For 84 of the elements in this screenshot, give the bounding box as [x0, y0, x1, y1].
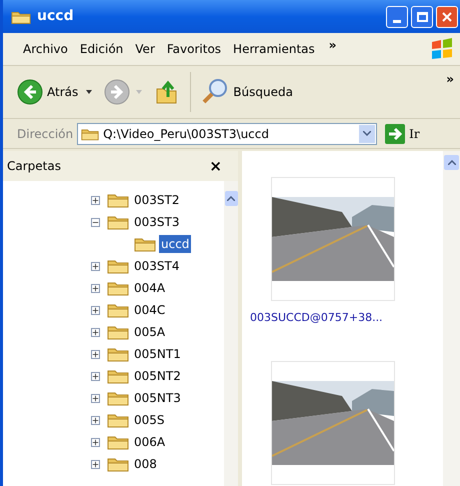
folder-name[interactable]: 005S: [132, 411, 167, 429]
dropdown-button[interactable]: [359, 124, 376, 142]
expander-toggle[interactable]: [91, 460, 100, 468]
search-icon: [201, 78, 230, 106]
folder-name[interactable]: 003ST3: [132, 213, 182, 231]
folder-name[interactable]: 005NT3: [132, 389, 183, 407]
pane-close-button[interactable]: ×: [209, 154, 222, 178]
back-button[interactable]: Atrás: [17, 79, 78, 105]
expander-toggle[interactable]: [91, 284, 100, 292]
expander-toggle[interactable]: [91, 306, 100, 314]
expander-toggle[interactable]: [91, 416, 100, 424]
close-icon: [442, 12, 452, 22]
forward-button-icon[interactable]: [104, 79, 130, 105]
maximize-button[interactable]: [411, 6, 433, 28]
expander-toggle[interactable]: [91, 196, 100, 204]
plus-icon: [92, 438, 99, 446]
folder-name[interactable]: 005NT2: [132, 367, 183, 385]
windows-flag-logo: [430, 37, 454, 61]
go-button[interactable]: Ir: [385, 124, 420, 144]
dropdown-arrow-icon[interactable]: [86, 90, 92, 94]
plus-icon: [92, 460, 99, 468]
folder-name[interactable]: 003ST2: [132, 191, 182, 209]
folder-name[interactable]: uccd: [159, 235, 192, 253]
address-value: Q:\Video_Peru\003ST3\uccd: [103, 126, 269, 142]
thumbnail-frame[interactable]: [271, 361, 395, 485]
expander-toggle[interactable]: [91, 328, 100, 336]
expander-toggle[interactable]: [91, 218, 100, 226]
folder-name[interactable]: 005A: [132, 323, 168, 341]
plus-icon: [92, 262, 99, 270]
scrollbar[interactable]: [224, 181, 238, 486]
folder-icon: [107, 456, 129, 472]
address-field[interactable]: Q:\Video_Peru\003ST3\uccd: [77, 122, 378, 144]
folder-icon: [107, 412, 129, 428]
chevron-up-icon: [227, 196, 235, 201]
expander-toggle[interactable]: [91, 372, 100, 380]
plus-icon: [92, 350, 99, 358]
window-title: uccd: [37, 7, 74, 26]
overflow-chevron[interactable]: »: [446, 70, 454, 88]
menu-item[interactable]: Edición: [74, 40, 130, 58]
folder-icon: [107, 368, 129, 384]
dropdown-arrow-icon: [136, 90, 142, 94]
folder-icon: [107, 258, 129, 274]
file-name[interactable]: 003SUCCD@0757+38...: [249, 311, 384, 325]
search-button[interactable]: Búsqueda: [201, 78, 293, 106]
overflow-chevron[interactable]: »: [328, 36, 337, 54]
folder-icon: [134, 236, 156, 252]
folder-name[interactable]: 006A: [132, 433, 168, 451]
folder-name[interactable]: 008: [132, 455, 159, 473]
menu-item[interactable]: Ver: [129, 40, 161, 58]
folder-icon: [107, 280, 129, 296]
expander-toggle[interactable]: [91, 350, 100, 358]
folder-icon: [107, 390, 129, 406]
chevron-down-icon: [363, 131, 372, 136]
plus-icon: [92, 196, 99, 204]
thumbnail-frame[interactable]: [271, 177, 395, 301]
minimize-button[interactable]: [386, 6, 408, 28]
menu-item[interactable]: Herramientas: [227, 40, 321, 58]
folder-name[interactable]: 005NT1: [132, 345, 183, 363]
scrollbar[interactable]: [443, 151, 460, 486]
plus-icon: [92, 372, 99, 380]
folder-icon: [81, 126, 100, 140]
folder-name[interactable]: 004A: [132, 279, 168, 297]
folder-icon: [107, 302, 129, 318]
folder-name[interactable]: 003ST4: [132, 257, 182, 275]
folder-icon: [107, 434, 129, 450]
expander-toggle[interactable]: [91, 262, 100, 270]
address-label: Dirección: [17, 126, 74, 142]
plus-icon: [92, 284, 99, 292]
expander-toggle[interactable]: [91, 394, 100, 402]
folder-name[interactable]: 004C: [132, 301, 168, 319]
expander-toggle[interactable]: [91, 438, 100, 446]
folder-icon: [107, 324, 129, 340]
plus-icon: [92, 416, 99, 424]
plus-icon: [92, 306, 99, 314]
pane-title: Carpetas: [7, 158, 61, 175]
plus-icon: [92, 394, 99, 402]
close-button[interactable]: [436, 6, 458, 28]
menu-item[interactable]: Favoritos: [160, 40, 228, 58]
folder-icon: [107, 214, 129, 230]
chevron-up-icon: [448, 160, 456, 165]
plus-icon: [92, 328, 99, 336]
menu-item[interactable]: Archivo: [17, 40, 74, 58]
folder-icon: [107, 192, 129, 208]
folder-icon: [107, 346, 129, 362]
